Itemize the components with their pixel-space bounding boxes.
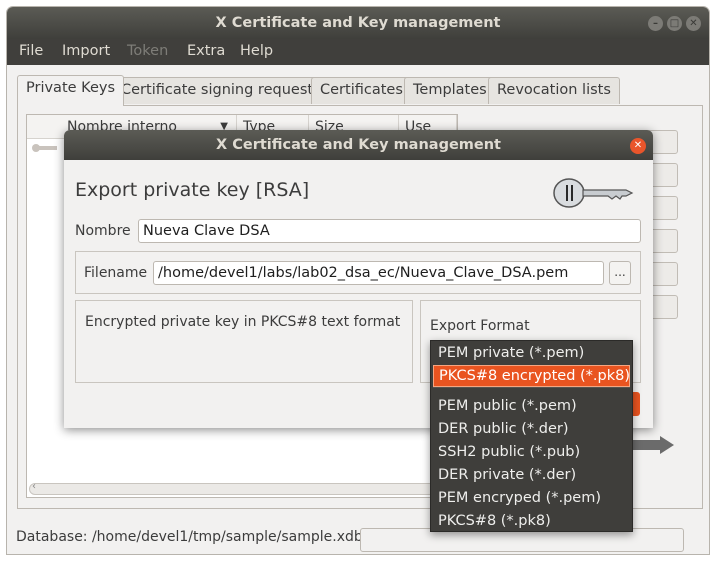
- format-option-pem-private[interactable]: PEM private (*.pem): [433, 342, 630, 364]
- dialog-close-icon[interactable]: ✕: [630, 138, 646, 154]
- tab-templates[interactable]: Templates: [404, 77, 496, 104]
- key-icon: [552, 176, 636, 214]
- dropdown-separator: [433, 387, 630, 388]
- menu-import[interactable]: Import: [62, 43, 110, 59]
- menu-file[interactable]: File: [19, 43, 43, 59]
- filename-label: Filename: [84, 265, 148, 281]
- tab-private-keys[interactable]: Private Keys: [17, 75, 125, 106]
- minimize-icon[interactable]: –: [648, 16, 663, 31]
- description-group: Encrypted private key in PKCS#8 text for…: [75, 300, 413, 383]
- name-field[interactable]: Nueva Clave DSA: [138, 219, 641, 243]
- tab-certificates[interactable]: Certificates: [311, 77, 412, 104]
- format-option-ssh2-public[interactable]: SSH2 public (*.pub): [433, 441, 630, 463]
- filename-field[interactable]: /home/devel1/labs/lab02_dsa_ec/Nueva_Cla…: [153, 261, 604, 285]
- export-format-label: Export Format: [430, 318, 530, 334]
- format-option-der-private[interactable]: DER private (*.der): [433, 464, 630, 486]
- main-window-title: X Certificate and Key management: [215, 15, 501, 31]
- large-key-icon: [630, 432, 674, 462]
- tab-certificate-signing-requests[interactable]: Certificate signing requests: [112, 77, 330, 104]
- menubar: File Import Token Extra Help: [7, 39, 709, 65]
- dialog-heading: Export private key [RSA]: [75, 179, 310, 201]
- ok-button[interactable]: [632, 392, 640, 416]
- key-row-icon: [31, 141, 59, 152]
- browse-button[interactable]: ...: [609, 261, 631, 285]
- menu-extra[interactable]: Extra: [187, 43, 225, 59]
- dialog-title: X Certificate and Key management: [216, 137, 501, 153]
- filename-group: Filename /home/devel1/labs/lab02_dsa_ec/…: [75, 251, 641, 294]
- format-option-der-public[interactable]: DER public (*.der): [433, 418, 630, 440]
- format-description: Encrypted private key in PKCS#8 text for…: [85, 314, 401, 330]
- format-option-pkcs8-encrypted[interactable]: PKCS#8 encrypted (*.pk8): [433, 365, 630, 387]
- name-label: Nombre: [75, 223, 131, 239]
- scroll-left-icon[interactable]: ‹: [32, 481, 36, 492]
- format-option-pkcs8[interactable]: PKCS#8 (*.pk8): [433, 510, 630, 532]
- tab-revocation-lists[interactable]: Revocation lists: [488, 77, 620, 104]
- close-icon[interactable]: ✕: [686, 16, 701, 31]
- database-path: Database: /home/devel1/tmp/sample/sample…: [16, 529, 363, 545]
- format-option-pem-public[interactable]: PEM public (*.pem): [433, 395, 630, 417]
- main-titlebar[interactable]: X Certificate and Key management – □ ✕: [7, 7, 709, 39]
- maximize-icon[interactable]: □: [667, 16, 682, 31]
- export-format-dropdown[interactable]: PEM private (*.pem) PKCS#8 encrypted (*.…: [430, 340, 633, 532]
- menu-help[interactable]: Help: [240, 43, 273, 59]
- menu-token: Token: [127, 43, 169, 59]
- horizontal-scrollbar[interactable]: ‹: [29, 481, 455, 495]
- dialog-titlebar[interactable]: X Certificate and Key management: [64, 130, 653, 160]
- format-option-pem-encrypted[interactable]: PEM encryped (*.pem): [433, 487, 630, 509]
